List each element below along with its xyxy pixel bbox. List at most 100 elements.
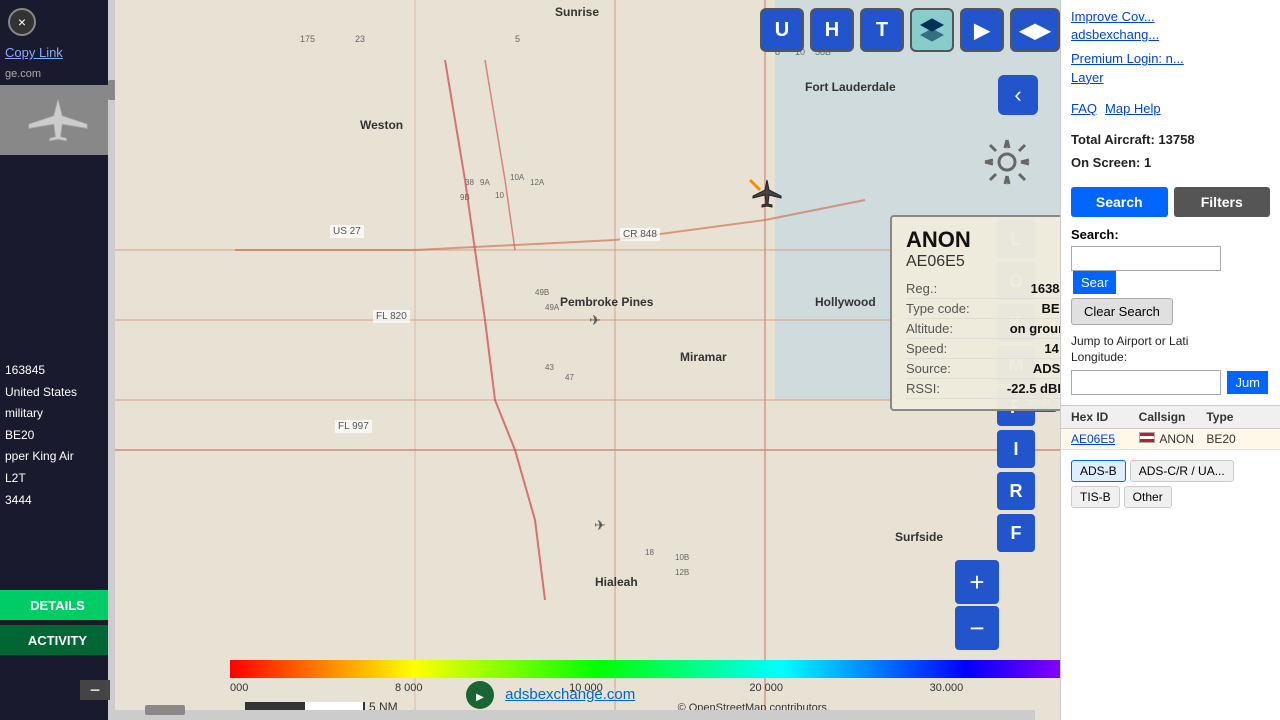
toolbar-t-button[interactable]: T <box>860 8 904 52</box>
popup-type-label: Type code: <box>906 301 970 316</box>
source-other-button[interactable]: Other <box>1124 486 1172 508</box>
aircraft-popup: ANON AE06E5 Reg.: 163845 Type code: BE20… <box>890 215 1060 411</box>
sidebar-letter-F[interactable]: F <box>997 514 1035 552</box>
svg-text:10B: 10B <box>675 553 689 562</box>
search-submit-button[interactable]: Sear <box>1073 271 1116 294</box>
close-button[interactable]: × <box>8 8 36 36</box>
left-operator: pper King Air <box>5 446 77 468</box>
left-altitude: 3444 <box>5 490 77 512</box>
toolbar-next-button[interactable]: ▶ <box>960 8 1004 52</box>
popup-rssi-row: RSSI: -22.5 dBFS <box>906 379 1060 399</box>
table-header: Hex ID Callsign Type <box>1061 405 1280 429</box>
svg-text:10: 10 <box>495 191 504 200</box>
popup-source-label: Source: <box>906 361 951 376</box>
total-aircraft: Total Aircraft: 13758 <box>1071 128 1270 151</box>
details-button[interactable]: DETAILS <box>0 590 115 620</box>
website-label: ge.com <box>5 68 41 80</box>
td-type: BE20 <box>1206 432 1270 446</box>
popup-hex-id: AE06E5 <box>906 253 1060 271</box>
search-input[interactable] <box>1071 246 1221 271</box>
search-section: Search: Sear Clear Search <box>1061 223 1280 329</box>
source-tisb-button[interactable]: TIS-B <box>1071 486 1120 508</box>
popup-callsign: ANON <box>906 227 1060 253</box>
svg-text:12A: 12A <box>530 178 545 187</box>
copy-link[interactable]: Copy Link <box>5 45 63 60</box>
svg-text:49A: 49A <box>545 303 560 312</box>
svg-text:47: 47 <box>565 373 574 382</box>
jump-section: Jump to Airport or Lati Longitude: Jum <box>1061 329 1280 400</box>
td-hex[interactable]: AE06E5 <box>1071 432 1135 446</box>
toolbar-u-button[interactable]: U <box>760 8 804 52</box>
improve-coverage-link[interactable]: Improve Cov... adsbexchang... <box>1071 8 1270 44</box>
toolbar-h-button[interactable]: H <box>810 8 854 52</box>
aircraft-marker[interactable] <box>751 178 783 215</box>
source-adsc-button[interactable]: ADS-C/R / UA... <box>1130 460 1234 482</box>
svg-text:18: 18 <box>645 548 654 557</box>
svg-text:10A: 10A <box>510 173 525 182</box>
altitude-color-bar <box>230 660 1060 678</box>
svg-text:12B: 12B <box>675 568 689 577</box>
svg-text:49B: 49B <box>535 288 549 297</box>
toolbar-toggle-button[interactable]: ◀▶ <box>1010 8 1060 52</box>
toolbar-layers-button[interactable] <box>910 8 954 52</box>
aircraft-info: 163845 United States military BE20 pper … <box>5 360 77 511</box>
popup-reg-label: Reg.: <box>906 281 937 296</box>
popup-rssi-label: RSSI: <box>906 381 940 396</box>
search-filter-buttons: Search Filters <box>1061 181 1280 223</box>
svg-text:✈: ✈ <box>589 312 601 328</box>
popup-type-row: Type code: BE20 <box>906 299 1060 319</box>
th-callsign: Callsign <box>1139 410 1203 424</box>
svg-text:23: 23 <box>355 34 365 44</box>
jump-input[interactable] <box>1071 370 1221 395</box>
zoom-out-button[interactable]: − <box>955 606 999 650</box>
left-category: military <box>5 403 77 425</box>
popup-altitude-value: on ground <box>1010 321 1060 336</box>
on-screen: On Screen: 1 <box>1071 151 1270 174</box>
right-panel: Improve Cov... adsbexchang... Premium Lo… <box>1060 0 1280 720</box>
zoom-controls: + − <box>955 560 999 650</box>
popup-altitude-row: Altitude: on ground <box>906 319 1060 339</box>
clear-search-button[interactable]: Clear Search <box>1071 298 1173 325</box>
td-callsign: ANON <box>1139 432 1203 446</box>
right-nav: FAQ Map Help <box>1061 95 1280 122</box>
popup-type-value: BE20 <box>1041 301 1060 316</box>
map-area[interactable]: ✈ ✈ 175 23 5 8 10 58B 38 9B 9A 10 10A 12… <box>115 0 1060 720</box>
sidebar-letter-R[interactable]: R <box>997 472 1035 510</box>
popup-speed-label: Speed: <box>906 341 947 356</box>
back-arrow-button[interactable]: ‹ <box>998 75 1038 115</box>
map-toolbar: U H T ▶ ◀▶ <box>760 8 1060 52</box>
left-airport: L2T <box>5 468 77 490</box>
source-buttons: ADS-B ADS-C/R / UA... TIS-B Other <box>1061 454 1280 514</box>
popup-altitude-label: Altitude: <box>906 321 953 336</box>
map-help-link[interactable]: Map Help <box>1105 101 1161 116</box>
svg-text:5: 5 <box>515 34 520 44</box>
search-label: Search: <box>1071 227 1270 242</box>
popup-speed-row: Speed: 14 kt <box>906 339 1060 359</box>
activity-button[interactable]: ACTIVITY <box>0 625 115 655</box>
bottom-scrollbar[interactable] <box>115 710 1035 720</box>
aircraft-svg <box>23 95 93 145</box>
th-hex-id: Hex ID <box>1071 410 1135 424</box>
filters-button[interactable]: Filters <box>1174 187 1271 217</box>
settings-icon[interactable] <box>980 135 1035 190</box>
popup-reg-value: 163845 <box>1031 281 1060 296</box>
svg-text:9A: 9A <box>480 178 490 187</box>
left-country: United States <box>5 382 77 404</box>
altitude-labels: 000 8 000 10 000 20 000 30.000 40 000+ <box>230 682 1060 694</box>
left-zoom-minus[interactable]: − <box>80 680 110 700</box>
popup-source-value: ADS-B <box>1033 361 1060 376</box>
th-type: Type <box>1206 410 1270 424</box>
svg-text:43: 43 <box>545 363 554 372</box>
source-adsb-button[interactable]: ADS-B <box>1071 460 1126 482</box>
faq-link[interactable]: FAQ <box>1071 101 1097 116</box>
search-button[interactable]: Search <box>1071 187 1168 217</box>
jump-label: Jump to Airport or Lati Longitude: <box>1071 333 1270 367</box>
popup-reg-row: Reg.: 163845 <box>906 279 1060 299</box>
sidebar-letter-I[interactable]: I <box>997 430 1035 468</box>
table-row[interactable]: AE06E5 ANON BE20 <box>1061 429 1280 450</box>
premium-login-link[interactable]: Premium Login: n... Layer <box>1071 50 1270 86</box>
jump-button[interactable]: Jum <box>1227 371 1268 394</box>
zoom-in-button[interactable]: + <box>955 560 999 604</box>
flag-icon-us <box>1139 432 1155 443</box>
popup-rssi-value: -22.5 dBFS <box>1007 381 1060 396</box>
